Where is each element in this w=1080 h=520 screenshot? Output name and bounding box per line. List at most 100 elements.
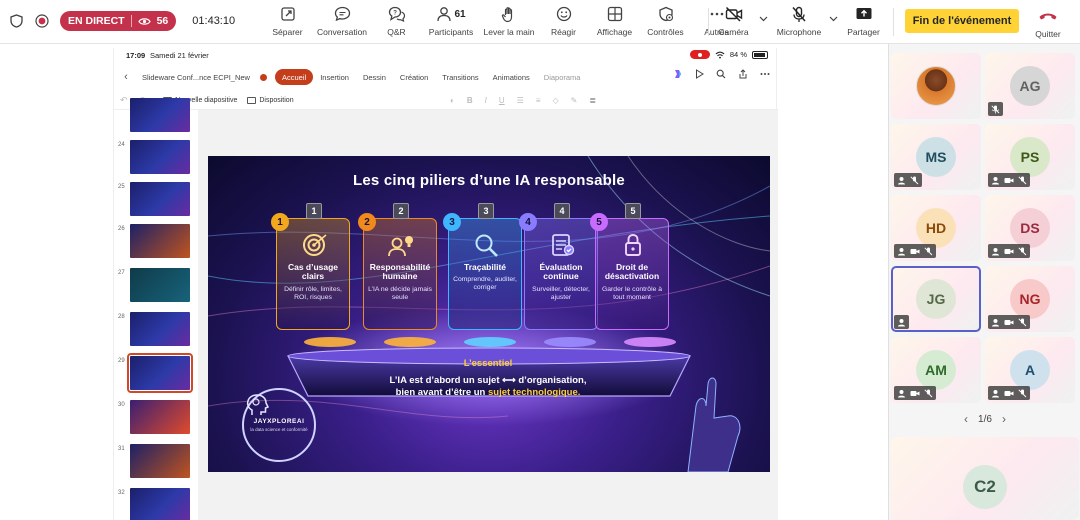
powerpoint-ribbon: ‹ Slideware Conf...nce ECPI_New Accueil …	[114, 66, 778, 88]
share-icon[interactable]	[738, 69, 748, 79]
shield-icon[interactable]	[8, 13, 24, 29]
more-icon[interactable]	[760, 72, 770, 76]
tool-chat[interactable]: Conversation	[313, 4, 371, 42]
align-icon[interactable]: ≣	[589, 96, 596, 105]
slide-thumbnail[interactable]: 25	[114, 182, 198, 222]
participant-tile-large[interactable]: C2	[891, 437, 1079, 520]
pen-icon[interactable]: ✎	[571, 96, 578, 105]
thumbnail-image	[130, 312, 190, 346]
camera-off-icon	[1004, 390, 1014, 396]
search-icon[interactable]	[716, 69, 726, 79]
participant-tile[interactable]: A	[985, 337, 1075, 403]
participant-tile[interactable]	[891, 53, 981, 119]
file-name[interactable]: Slideware Conf...nce ECPI_New	[142, 73, 260, 82]
pillar-card-4: 4 4 Évaluation continue Surveiller, déte…	[519, 203, 598, 330]
mic-options-chevron-icon[interactable]	[828, 14, 838, 24]
participant-tile[interactable]: MS	[891, 124, 981, 190]
ribbon-tab-animations[interactable]: Animations	[486, 69, 537, 85]
participant-tile[interactable]: AM	[891, 337, 981, 403]
layout-icon	[247, 97, 257, 104]
thumbnail-image	[130, 182, 190, 216]
tool-label: Partager	[847, 27, 880, 37]
thumbnail-image	[130, 488, 190, 520]
tool-controls[interactable]: Contrôles	[640, 4, 691, 42]
attendee-icon	[992, 318, 999, 326]
tool-label: Microphone	[776, 27, 822, 37]
ribbon-tab-slideshow[interactable]: Diaporama	[537, 69, 588, 85]
avatar-photo	[916, 66, 956, 106]
participant-tile[interactable]: HD	[891, 195, 981, 261]
thumbnail-image	[130, 268, 190, 302]
ribbon-tab-design[interactable]: Création	[393, 69, 435, 85]
live-badge[interactable]: EN DIRECT 56	[60, 11, 177, 31]
layout-button[interactable]: Disposition	[247, 97, 294, 104]
pillar-tab: 3	[478, 203, 494, 219]
slide-thumbnail[interactable]: 24	[114, 140, 198, 180]
wifi-icon	[715, 51, 725, 58]
italic-icon[interactable]: I	[485, 96, 487, 105]
slide-thumbnail-selected[interactable]: 29	[114, 353, 198, 396]
slide-number: 27	[118, 270, 125, 276]
file-status-icon	[260, 73, 267, 81]
leave-button[interactable]: Quitter	[1030, 6, 1066, 39]
target-icon	[303, 234, 327, 256]
tool-group: Séparer Conversation ? Q&R 61 Participan…	[262, 4, 742, 42]
ribbon-tab-insert[interactable]: Insertion	[313, 69, 356, 85]
undo-icon[interactable]: ↶	[120, 95, 128, 106]
end-event-button[interactable]: Fin de l'événement	[905, 9, 1019, 33]
slide-thumbnail[interactable]: 31	[114, 444, 198, 484]
current-slide[interactable]: Les cinq piliers d’une IA responsable 1 …	[208, 156, 770, 472]
pillar-card-3: 3 3 Traçabilité Comprendre, auditer, cor…	[443, 203, 522, 330]
avatar: NG	[1010, 279, 1050, 319]
slide-thumbnail[interactable]: 27	[114, 268, 198, 308]
slide-thumbnail[interactable]: 28	[114, 312, 198, 352]
tool-qa[interactable]: ? Q&R	[371, 4, 422, 42]
people-icon: 61	[436, 4, 466, 24]
ribbon-tab-home[interactable]: Accueil	[275, 69, 314, 85]
tool-participants[interactable]: 61 Participants	[422, 4, 480, 42]
tool-share[interactable]: Partager	[838, 4, 889, 42]
participant-tile[interactable]: PS	[985, 124, 1075, 190]
tile-status	[988, 386, 1030, 400]
slide-thumbnail[interactable]: 26	[114, 224, 198, 264]
tool-raise-hand[interactable]: Lever la main	[480, 4, 538, 42]
camera-off-icon	[725, 4, 743, 24]
play-icon[interactable]	[695, 69, 704, 79]
tool-react[interactable]: Réagir	[538, 4, 589, 42]
slide-thumbnail[interactable]: 30	[114, 400, 198, 440]
camera-off-icon	[910, 390, 920, 396]
camera-options-chevron-icon[interactable]	[758, 14, 768, 24]
participant-tile-selected[interactable]: JG	[891, 266, 981, 332]
tool-label: Réagir	[550, 27, 577, 37]
tool-microphone[interactable]: Microphone	[770, 4, 828, 42]
participant-tile[interactable]: AG	[985, 53, 1075, 119]
tool-camera[interactable]: Caméra	[708, 4, 759, 42]
key-message: L’essentiel L’IA est d’abord un sujet ⟷ …	[338, 358, 638, 398]
participant-tile[interactable]: NG	[985, 266, 1075, 332]
previous-page-chevron-icon[interactable]: ‹	[964, 412, 968, 426]
mic-off-icon	[924, 246, 933, 255]
ribbon-tab-draw[interactable]: Dessin	[356, 69, 393, 85]
paint-icon[interactable]: ◐	[450, 96, 455, 105]
copilot-icon[interactable]	[673, 69, 683, 79]
battery-percent: 84 %	[729, 50, 747, 59]
next-page-chevron-icon[interactable]: ›	[1002, 412, 1006, 426]
key-message-line-1: L’IA est d’abord un sujet ⟷ d’organisati…	[389, 375, 587, 386]
numbering-icon[interactable]: ≡	[536, 96, 541, 105]
tool-view[interactable]: Affichage	[589, 4, 640, 42]
slide-thumbnail[interactable]: 32	[114, 488, 198, 520]
underline-icon[interactable]: U	[499, 96, 505, 105]
participant-tile[interactable]: DS	[985, 195, 1075, 261]
recording-icon[interactable]	[34, 13, 50, 29]
tool-pop-out[interactable]: Séparer	[262, 4, 313, 42]
mic-off-icon	[1018, 317, 1027, 326]
bullets-icon[interactable]: ☰	[517, 96, 524, 105]
svg-text:?: ?	[393, 10, 397, 16]
back-chevron-icon[interactable]: ‹	[116, 71, 136, 83]
bold-icon[interactable]: B	[467, 96, 473, 105]
shapes-icon[interactable]: ◇	[552, 96, 558, 105]
checklist-icon	[552, 234, 575, 256]
avatar: MS	[916, 137, 956, 177]
ribbon-tab-transitions[interactable]: Transitions	[435, 69, 485, 85]
mic-off-icon	[1018, 246, 1027, 255]
